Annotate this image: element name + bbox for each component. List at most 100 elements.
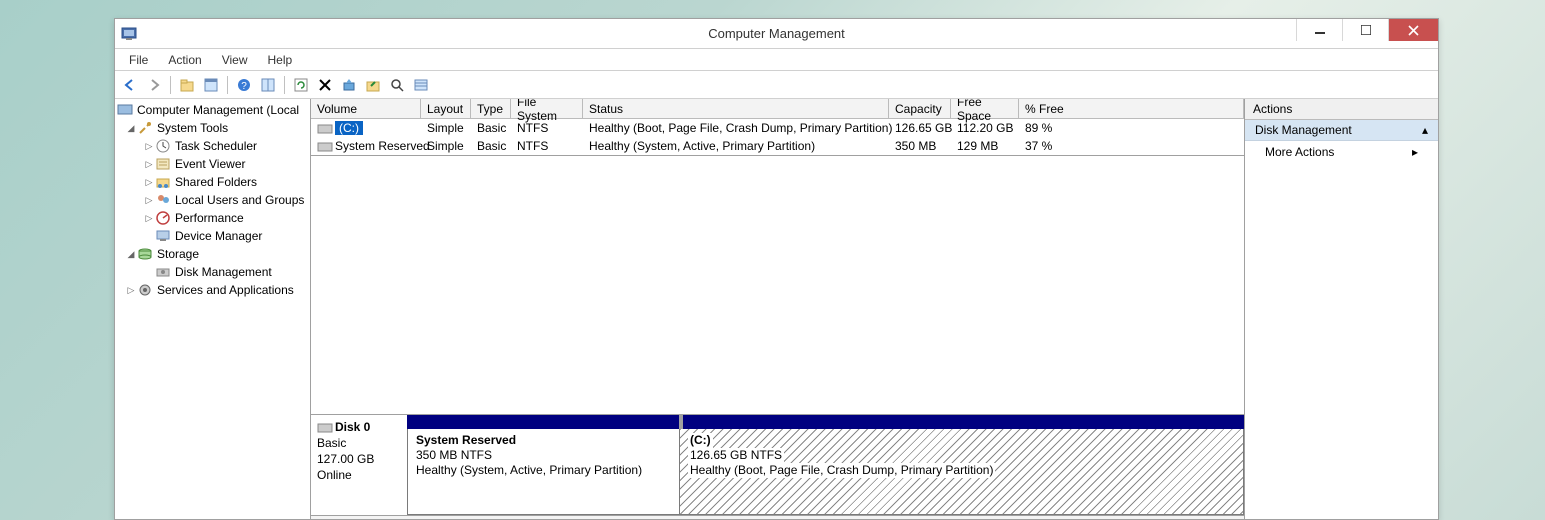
tree-task-scheduler[interactable]: ▷ Task Scheduler	[115, 137, 310, 155]
cell-free: 112.20 GB	[951, 121, 1019, 135]
tree-pane: Computer Management (Local ◢ System Tool…	[115, 99, 311, 519]
cell-layout: Simple	[421, 139, 471, 153]
tree-device-manager[interactable]: Device Manager	[115, 227, 310, 245]
tree-label: Disk Management	[175, 265, 272, 279]
cell-status: Healthy (System, Active, Primary Partiti…	[583, 139, 889, 153]
panel-icon[interactable]	[257, 74, 279, 96]
expand-icon[interactable]: ▷	[143, 195, 155, 206]
disk-icon	[317, 422, 333, 434]
disk-state: Online	[317, 468, 352, 482]
tree-performance[interactable]: ▷ Performance	[115, 209, 310, 227]
col-free[interactable]: Free Space	[951, 99, 1019, 118]
event-icon	[155, 156, 171, 172]
col-fs[interactable]: File System	[511, 99, 583, 118]
help-icon[interactable]: ?	[233, 74, 255, 96]
disk-type: Basic	[317, 436, 346, 450]
partition-status: Healthy (System, Active, Primary Partiti…	[416, 463, 671, 478]
actions-group-disk-management[interactable]: Disk Management ▴	[1245, 120, 1438, 141]
actions-more[interactable]: More Actions ▸	[1245, 141, 1438, 163]
settings-icon[interactable]	[338, 74, 360, 96]
disk-map: Disk 0 Basic 127.00 GB Online System Res…	[311, 415, 1244, 515]
tree-local-users[interactable]: ▷Local Users and Groups	[115, 191, 310, 209]
device-icon	[155, 228, 171, 244]
collapse-icon[interactable]: ◢	[125, 249, 137, 260]
col-volume[interactable]: Volume	[311, 99, 421, 118]
menu-action[interactable]: Action	[160, 51, 209, 69]
col-type[interactable]: Type	[471, 99, 511, 118]
volume-icon	[317, 141, 333, 153]
volume-icon	[317, 123, 333, 135]
expand-icon[interactable]: ▷	[125, 285, 137, 296]
tree-system-tools[interactable]: ◢ System Tools	[115, 119, 310, 137]
partition-c[interactable]: (C:) 126.65 GB NTFS Healthy (Boot, Page …	[680, 429, 1243, 514]
table-row[interactable]: (C:) Simple Basic NTFS Healthy (Boot, Pa…	[311, 119, 1244, 137]
up-icon[interactable]	[176, 74, 198, 96]
expand-icon[interactable]: ▷	[143, 159, 155, 170]
tree-label: Services and Applications	[157, 283, 294, 297]
collapse-icon[interactable]: ◢	[125, 123, 137, 134]
forward-icon[interactable]	[143, 74, 165, 96]
tree-label: Task Scheduler	[175, 139, 257, 153]
bottom-border	[311, 515, 1244, 519]
tools-icon	[137, 120, 153, 136]
menubar: File Action View Help	[115, 49, 1438, 71]
partition-system-reserved[interactable]: System Reserved 350 MB NTFS Healthy (Sys…	[408, 429, 680, 514]
tree-services[interactable]: ▷ Services and Applications	[115, 281, 310, 299]
expand-icon[interactable]: ▷	[143, 213, 155, 224]
chevron-right-icon: ▸	[1412, 145, 1418, 159]
expand-icon[interactable]: ▷	[143, 177, 155, 188]
col-status[interactable]: Status	[583, 99, 889, 118]
col-layout[interactable]: Layout	[421, 99, 471, 118]
folder-icon[interactable]	[362, 74, 384, 96]
partitions: System Reserved 350 MB NTFS Healthy (Sys…	[407, 415, 1244, 515]
tree-root[interactable]: Computer Management (Local	[115, 101, 310, 119]
toolbar: ?	[115, 71, 1438, 99]
properties-icon[interactable]	[200, 74, 222, 96]
cell-fs: NTFS	[511, 121, 583, 135]
col-capacity[interactable]: Capacity	[889, 99, 951, 118]
tree-label: Storage	[157, 247, 199, 261]
tree-label: Performance	[175, 211, 244, 225]
col-pct[interactable]: % Free	[1019, 99, 1244, 118]
cell-pct: 89 %	[1019, 121, 1244, 135]
maximize-button[interactable]	[1342, 19, 1388, 41]
toolbar-separator	[284, 76, 285, 94]
cell-volume: (C:)	[335, 121, 363, 135]
window-controls	[1296, 19, 1438, 48]
partition-sub: 126.65 GB NTFS	[688, 448, 784, 463]
tree-storage[interactable]: ◢ Storage	[115, 245, 310, 263]
volume-table-header: Volume Layout Type File System Status Ca…	[311, 99, 1244, 119]
list-icon[interactable]	[410, 74, 432, 96]
center-pane: Volume Layout Type File System Status Ca…	[311, 99, 1245, 519]
disk-size: 127.00 GB	[317, 452, 374, 466]
disk-name: Disk 0	[335, 420, 370, 434]
table-row[interactable]: System Reserved Simple Basic NTFS Health…	[311, 137, 1244, 155]
delete-icon[interactable]	[314, 74, 336, 96]
actions-group-label: Disk Management	[1255, 123, 1352, 137]
cell-capacity: 126.65 GB	[889, 121, 951, 135]
close-button[interactable]	[1388, 19, 1438, 41]
menu-help[interactable]: Help	[260, 51, 301, 69]
tree-disk-management[interactable]: Disk Management	[115, 263, 310, 281]
disk-info[interactable]: Disk 0 Basic 127.00 GB Online	[311, 415, 407, 515]
tree-shared-folders[interactable]: ▷ Shared Folders	[115, 173, 310, 191]
panes: Computer Management (Local ◢ System Tool…	[115, 99, 1438, 519]
users-icon	[155, 192, 171, 208]
expand-icon[interactable]: ▷	[143, 141, 155, 152]
clock-icon	[155, 138, 171, 154]
toolbar-separator	[170, 76, 171, 94]
search-icon[interactable]	[386, 74, 408, 96]
tree-event-viewer[interactable]: ▷ Event Viewer	[115, 155, 310, 173]
cell-volume: System Reserved	[335, 139, 430, 153]
minimize-button[interactable]	[1296, 19, 1342, 41]
menu-file[interactable]: File	[121, 51, 156, 69]
table-spacer	[311, 156, 1244, 415]
menu-view[interactable]: View	[214, 51, 256, 69]
partition-sub: 350 MB NTFS	[416, 448, 671, 463]
tree-label: Event Viewer	[175, 157, 245, 171]
back-icon[interactable]	[119, 74, 141, 96]
refresh-icon[interactable]	[290, 74, 312, 96]
tree-label: Shared Folders	[175, 175, 257, 189]
partition-strip	[407, 415, 1244, 429]
disk-icon	[155, 264, 171, 280]
